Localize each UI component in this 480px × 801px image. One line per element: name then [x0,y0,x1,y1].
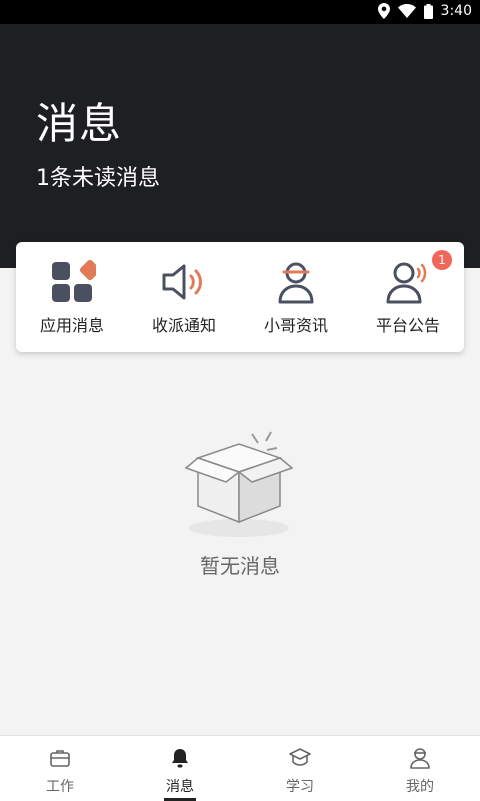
speaker-icon [162,264,202,300]
category-app-messages[interactable]: 应用消息 [16,242,128,352]
battery-icon [423,3,433,19]
profile-icon [410,748,430,769]
tab-label: 工作 [46,779,74,795]
category-label: 平台公告 [375,316,440,335]
unread-count: 1条未读消息 [36,166,160,191]
category-label: 收派通知 [151,316,216,335]
tab-messages[interactable]: 消息 [120,736,240,801]
location-icon [377,3,390,19]
category-label: 小哥资讯 [263,316,328,335]
tab-label: 我的 [406,779,434,795]
tab-learning[interactable]: 学习 [240,736,360,801]
announcement-person-icon [386,262,427,304]
tab-profile[interactable]: 我的 [360,736,480,801]
status-icons: 3:40 [377,3,472,19]
header: 消息 1条未读消息 [0,24,480,268]
empty-state-text: 暂无消息 [200,554,280,578]
unread-badge: 1 [432,250,452,270]
status-time: 3:40 [440,3,472,19]
bell-icon [172,749,188,768]
apps-grid-icon [52,260,96,302]
graduation-cap-icon [289,748,311,766]
status-bar: 3:40 [0,0,480,24]
tab-label: 消息 [166,779,194,795]
courier-person-icon [278,262,314,304]
bottom-tab-bar: 工作 消息 学习 我的 [0,735,480,801]
category-platform-announcements[interactable]: 平台公告 1 [352,242,464,352]
message-category-card: 应用消息 收派通知 小哥资讯 平台公告 1 [16,242,464,352]
category-delivery-notices[interactable]: 收派通知 [128,242,240,352]
category-courier-news[interactable]: 小哥资讯 [240,242,352,352]
wifi-icon [397,4,416,18]
tab-work[interactable]: 工作 [0,736,120,801]
category-label: 应用消息 [39,316,104,335]
empty-box-icon [184,431,294,537]
empty-state: 暂无消息 [0,410,480,590]
page-title: 消息 [36,99,123,148]
briefcase-icon [50,750,70,767]
tab-label: 学习 [286,779,314,795]
